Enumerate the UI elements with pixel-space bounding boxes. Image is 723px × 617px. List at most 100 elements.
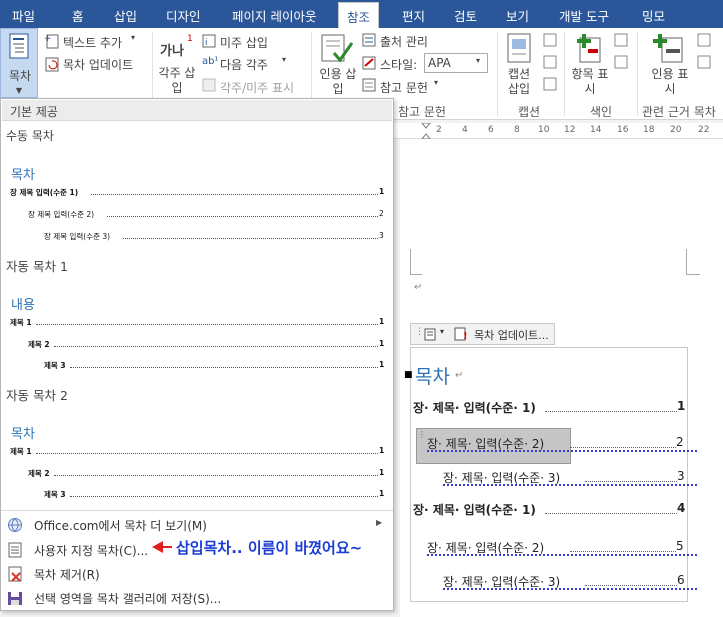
tab-mingmo[interactable]: 밍모 (642, 6, 665, 25)
preview-num: 1 (379, 489, 385, 498)
next-footnote-button[interactable]: 다음 각주 (220, 56, 268, 73)
menu-item-label: 사용자 지정 목차(C)... (34, 544, 149, 558)
tab-home[interactable]: 홈 (72, 6, 84, 25)
menu-item-more-from-office[interactable]: Office.com에서 목차 더 보기(M) ▶ (1, 513, 393, 536)
horizontal-ruler[interactable]: 2 4 6 8 10 12 14 16 18 20 22 (393, 123, 723, 139)
update-toc-button[interactable]: 목차 업데이트 (63, 56, 133, 73)
footnote-icon: 가나 (160, 44, 184, 59)
grammar-underline (427, 554, 697, 556)
grammar-underline (443, 484, 697, 486)
margin-corner-mark (410, 274, 422, 275)
manage-sources-icon (362, 33, 376, 47)
svg-text:i: i (205, 38, 208, 48)
preview-num: 1 (379, 446, 385, 455)
gallery-item-auto1-label: 자동 목차 1 (6, 259, 68, 274)
insert-caption-button[interactable]: 캡션 삽입 (501, 67, 537, 97)
tab-developer[interactable]: 개발 도구 (559, 6, 609, 25)
preview-row: 제목 1 (10, 318, 32, 327)
show-notes-icon (202, 78, 216, 92)
toolbar-update-toc-button[interactable]: 목차 업데이트... (474, 327, 549, 343)
bibliography-button[interactable]: 참고 문헌 (380, 79, 428, 96)
insert-caption-icon (507, 33, 531, 63)
preview-row: 제목 2 (28, 340, 50, 349)
update-toc-icon (45, 57, 59, 72)
menu-item-remove-toc[interactable]: 목차 제거(R) (1, 562, 393, 585)
style-select[interactable]: APA ▾ (424, 53, 488, 73)
toc-leader-dots (570, 447, 676, 448)
save-to-gallery-icon (8, 592, 22, 605)
grammar-underline (443, 588, 697, 590)
toc-button-label: 목차 (8, 69, 32, 83)
ruler-number: 22 (698, 125, 710, 135)
manage-sources-button[interactable]: 출처 관리 (380, 33, 428, 50)
add-text-button[interactable]: 텍스트 추가 (63, 34, 122, 51)
ruler-number: 4 (462, 125, 468, 135)
preview-dots (54, 475, 378, 476)
ruler-number: 8 (514, 125, 520, 135)
preview-row: 장 제목 입력(수준 2) (28, 210, 95, 219)
toc-button[interactable]: 목차 ▼ (0, 28, 38, 98)
chevron-down-icon: ▾ (282, 55, 287, 64)
group-label-captions: 캡션 (518, 105, 541, 119)
toc-leader-dots (545, 513, 677, 514)
toc-leader-dots (585, 585, 677, 586)
drag-handle-icon[interactable]: ⋮ (418, 430, 426, 439)
update-index-icon (614, 55, 628, 69)
toc-entry-level1[interactable]: 장· 제목· 입력(수준· 1) (413, 399, 536, 416)
footnote-superscript: 1 (187, 34, 193, 44)
insert-index-icon (614, 33, 628, 47)
ruler-number: 12 (564, 125, 576, 135)
toc-page-number: 1 (677, 399, 686, 413)
chevron-right-icon: ▶ (376, 518, 383, 527)
toc-entry-level1[interactable]: 장· 제목· 입력(수준· 1) (413, 501, 536, 518)
margin-corner-mark (686, 274, 700, 275)
show-notes-button[interactable]: 각주/미주 표시 (220, 79, 294, 96)
group-separator (637, 32, 638, 116)
style-icon (362, 56, 376, 70)
gallery-item-manual-label: 수동 목차 (6, 129, 54, 143)
ruler-number: 16 (617, 125, 629, 135)
group-separator (497, 32, 498, 116)
ruler-number: 2 (436, 125, 442, 135)
indent-marker-icon[interactable] (421, 123, 431, 139)
cross-reference-icon (543, 77, 557, 91)
office-globe-icon (8, 518, 22, 532)
insert-endnote-button[interactable]: 미주 삽입 (220, 34, 268, 51)
ruler-number: 20 (670, 125, 682, 135)
insert-footnote-button[interactable]: 각주 삽입 (158, 66, 196, 96)
toc-icon[interactable] (424, 328, 436, 341)
preview-row: 제목 1 (10, 447, 32, 456)
bullet-mark: ■ (404, 370, 413, 380)
tab-view[interactable]: 보기 (506, 6, 529, 25)
preview-num: 1 (379, 468, 385, 477)
toc-leader-dots (585, 481, 677, 482)
tab-references[interactable]: 참조 (338, 2, 380, 28)
preview-title: 내용 (11, 298, 35, 313)
menu-item-label: Office.com에서 목차 더 보기(M) (34, 519, 207, 533)
menu-item-save-selection[interactable]: 선택 영역을 목차 갤러리에 저장(S)... (1, 586, 393, 609)
mark-citation-button[interactable]: 인용 표시 (649, 67, 691, 97)
tab-design[interactable]: 디자인 (166, 6, 201, 25)
tab-review[interactable]: 검토 (454, 6, 477, 25)
toc-leader-dots (570, 551, 676, 552)
tab-page-layout[interactable]: 페이지 레이아웃 (232, 6, 316, 25)
preview-num: 1 (379, 339, 385, 348)
table-of-figures-icon (543, 33, 557, 47)
chevron-down-icon: ▾ (434, 78, 439, 87)
tab-mailings[interactable]: 편지 (402, 6, 425, 25)
style-select-value: APA (428, 56, 451, 70)
insert-citation-button[interactable]: 인용 삽입 (318, 67, 358, 97)
tab-file[interactable]: 파일 (12, 6, 35, 25)
custom-toc-icon (8, 542, 22, 558)
ruler-number: 10 (538, 125, 550, 135)
preview-dots (36, 453, 378, 454)
preview-row: 제목 2 (28, 469, 50, 478)
gallery-item-auto2-label: 자동 목차 2 (6, 388, 68, 403)
chevron-down-icon[interactable]: ▾ (440, 327, 444, 336)
preview-dots (36, 324, 378, 325)
mark-entry-button[interactable]: 항목 표시 (570, 67, 610, 97)
update-toa-icon (697, 55, 711, 69)
drag-handle-icon[interactable]: ⋮ (415, 327, 424, 337)
tab-insert[interactable]: 삽입 (114, 6, 137, 25)
group-separator (564, 32, 565, 116)
